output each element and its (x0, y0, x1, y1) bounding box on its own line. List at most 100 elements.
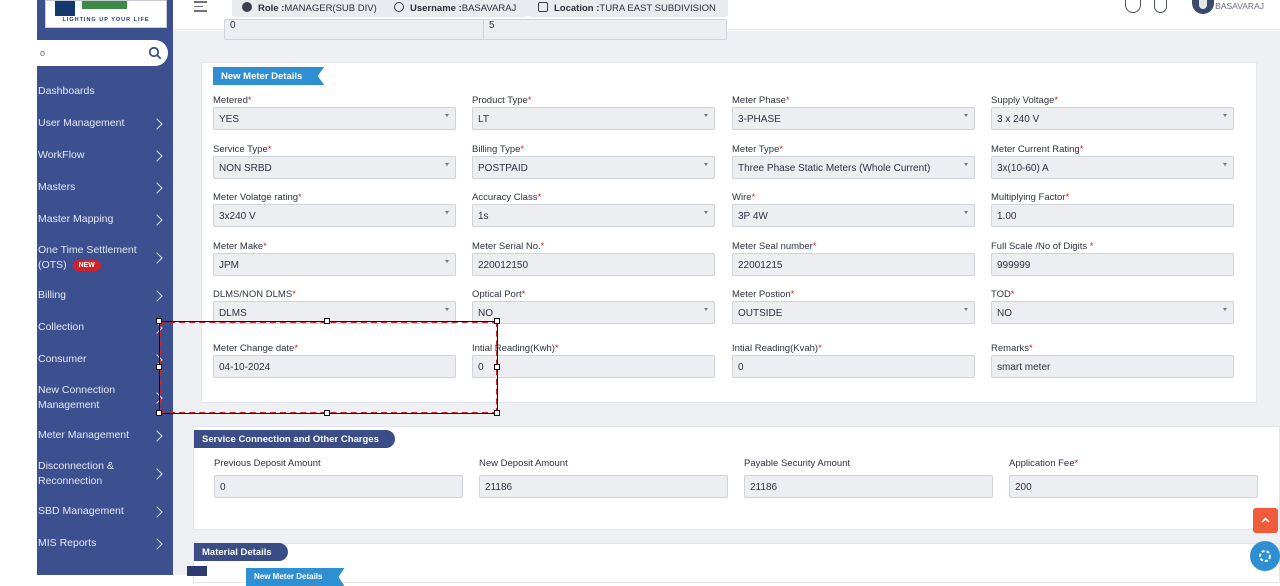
field-label: Meter Phase* (732, 95, 790, 106)
select-field[interactable]: OUTSIDE (732, 301, 975, 324)
field-label: Meter Current Rating* (991, 144, 1083, 155)
field-label-text: Product Type (472, 95, 528, 106)
service-charges-card: Service Connection and Other Charges Pre… (193, 426, 1280, 530)
partial-field-left[interactable]: 0 (224, 19, 487, 40)
resize-handle-tl[interactable] (156, 318, 162, 324)
input-field[interactable]: smart meter (991, 355, 1234, 378)
resize-handle-mr[interactable] (494, 364, 500, 370)
input-field[interactable]: 0 (732, 355, 975, 378)
input-field[interactable]: 22001215 (732, 253, 975, 276)
field-label: Optical Port* (472, 289, 525, 300)
select-field[interactable]: JPM (213, 253, 456, 276)
select-field[interactable]: NO (991, 301, 1234, 324)
field-label-text: Meter Seal number (732, 241, 813, 252)
required-asterisk: * (554, 343, 559, 354)
input-field[interactable]: 220012150 (472, 253, 715, 276)
sidebar-item-label: Master Mapping (38, 213, 114, 225)
select-field[interactable]: 3P 4W (732, 204, 975, 227)
logo-tagline: LIGHTING UP YOUR LIFE (62, 17, 150, 23)
service-charges-title: Service Connection and Other Charges (194, 430, 395, 448)
chevron-right-icon (151, 506, 163, 518)
required-asterisk: * (1079, 144, 1084, 155)
network-icon[interactable] (1125, 0, 1141, 13)
clock-icon[interactable] (1154, 0, 1167, 13)
required-asterisk: * (537, 192, 542, 203)
field-label-text: Optical Port (472, 289, 522, 300)
search-icon[interactable] (148, 46, 162, 60)
selection-rectangle[interactable] (159, 321, 498, 414)
field-label-text: Metered (213, 95, 248, 106)
field-label-text: Accuracy Class (472, 192, 538, 203)
field-label-text: Previous Deposit Amount (214, 458, 321, 469)
search-input[interactable] (40, 46, 140, 60)
field-label-text: Meter Serial No. (472, 241, 541, 252)
field-label-text: Payable Security Amount (744, 458, 851, 469)
sidebar-item-label: New Connection Management (38, 384, 116, 411)
input-field[interactable]: 1.00 (991, 204, 1234, 227)
field-label-text: Billing Type (472, 144, 521, 155)
field-label: Meter Postion* (732, 289, 794, 300)
field-label-text: Service Type (213, 144, 268, 155)
select-field[interactable]: Three Phase Static Meters (Whole Current… (732, 156, 975, 179)
chevron-right-icon (151, 430, 163, 442)
resize-handle-ml[interactable] (156, 364, 162, 370)
location-value: TURA EAST SUBDIVISION (599, 3, 716, 14)
username-chip: Username :BASAVARAJ (384, 0, 529, 17)
field-label: Intial Reading(Kvah)* (732, 343, 822, 354)
input-field[interactable]: 999999 (991, 253, 1234, 276)
partial-right-value: 5 (489, 20, 495, 31)
select-field[interactable]: LT (472, 107, 715, 130)
field-label: New Deposit Amount (479, 458, 568, 469)
settings-gear-icon (1259, 550, 1271, 562)
select-field[interactable]: NON SRBD (213, 156, 456, 179)
input-field[interactable]: 0 (214, 475, 463, 498)
user-display-name[interactable]: BASAVARAJ (1215, 1, 1264, 11)
field-label: Supply Voltage* (991, 95, 1058, 106)
input-field[interactable]: 21186 (479, 475, 728, 498)
select-field[interactable]: 1s (472, 204, 715, 227)
partial-field-right[interactable]: 5 (483, 19, 727, 40)
required-asterisk: * (779, 144, 784, 155)
chevron-right-icon (151, 252, 163, 264)
sidebar-item-label: Masters (38, 181, 76, 193)
field-label: Billing Type* (472, 144, 524, 155)
required-asterisk: * (292, 289, 296, 300)
select-field[interactable]: 3x240 V (213, 204, 456, 227)
input-field[interactable]: 0 (472, 355, 715, 378)
scroll-top-button[interactable] (1253, 508, 1278, 533)
select-field[interactable]: POSTPAID (472, 156, 715, 179)
field-label-text: TOD (991, 289, 1011, 300)
field-label-text: Meter Type (732, 144, 780, 155)
required-asterisk: * (1065, 192, 1070, 203)
field-label-text: Wire (732, 192, 752, 203)
field-label: Multiplying Factor* (991, 192, 1069, 203)
sidebar-item-label: Consumer (38, 353, 87, 365)
resize-handle-bm[interactable] (324, 410, 330, 416)
avatar[interactable] (1192, 0, 1214, 14)
role-icon (242, 2, 252, 12)
logo-bar (82, 1, 127, 9)
resize-handle-br[interactable] (494, 410, 500, 416)
input-field[interactable]: 200 (1009, 475, 1258, 498)
input-field[interactable]: 21186 (744, 475, 993, 498)
logo-emblem (55, 1, 75, 16)
resize-handle-tr[interactable] (494, 318, 500, 324)
select-field[interactable]: YES (213, 107, 456, 130)
menu-toggle-icon[interactable] (194, 1, 207, 15)
chevron-right-icon (151, 468, 163, 480)
select-field[interactable]: 3-PHASE (732, 107, 975, 130)
resize-handle-tm[interactable] (324, 318, 330, 324)
required-asterisk: * (521, 289, 526, 300)
role-chip: Role :MANAGER(SUB DIV) (232, 0, 389, 17)
select-field[interactable]: 3 x 240 V (991, 107, 1234, 130)
sidebar-item-label: Collection (38, 321, 85, 333)
select-field[interactable]: 3x(10-60) A (991, 156, 1234, 179)
field-label: Full Scale /No of Digits * (991, 241, 1093, 252)
help-widget-button[interactable] (1250, 541, 1280, 571)
location-label: Location : (554, 3, 600, 14)
chevron-right-icon (151, 214, 163, 226)
sidebar-item-label: Billing (38, 289, 67, 301)
select-field[interactable]: NO (472, 301, 715, 324)
resize-handle-bl[interactable] (156, 410, 162, 416)
sidebar-item-label: MIS Reports (38, 537, 97, 549)
